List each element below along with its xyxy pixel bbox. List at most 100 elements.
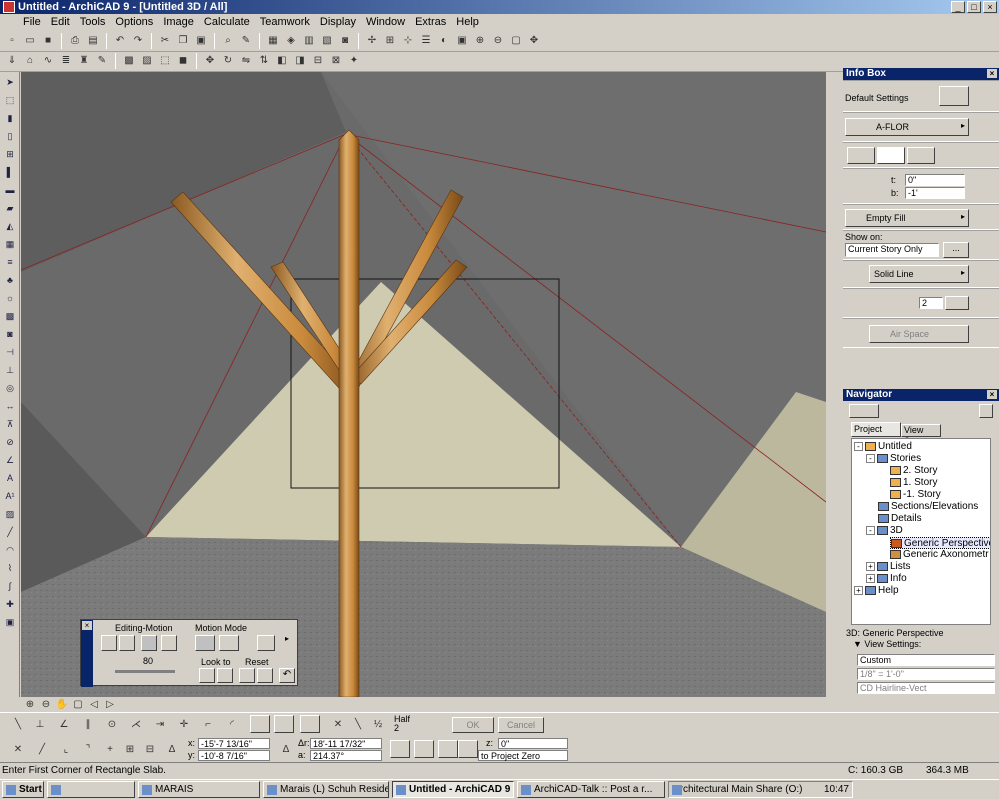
camera-tool-icon[interactable]: ◙ xyxy=(2,326,18,342)
relative-coord-icon[interactable]: ╱ xyxy=(34,741,50,757)
marquee-tool-icon[interactable]: ⬚ xyxy=(2,92,18,108)
menu-image[interactable]: Image xyxy=(158,16,199,28)
fit-icon[interactable]: ▢ xyxy=(71,698,85,710)
menu-help[interactable]: Help xyxy=(451,16,484,28)
tree-item-story-minus-1[interactable]: -1. Story xyxy=(890,489,941,501)
menu-calculate[interactable]: Calculate xyxy=(199,16,255,28)
wall-tool-icon[interactable]: ▮ xyxy=(2,110,18,126)
new-file-icon[interactable]: ▫ xyxy=(4,33,20,49)
speed-slider[interactable] xyxy=(115,670,175,673)
collapse-icon[interactable]: - xyxy=(866,525,875,535)
hotspot-tool-icon[interactable]: ✚ xyxy=(2,596,18,612)
3d-view-icon[interactable]: ◈ xyxy=(283,33,299,49)
close-button[interactable]: × xyxy=(983,1,997,13)
section-view-icon[interactable]: ▥ xyxy=(301,33,317,49)
user-origin-icon[interactable]: ⌝ xyxy=(80,741,96,757)
label-tool-icon[interactable]: A¹ xyxy=(2,488,18,504)
tree-item-help[interactable]: + Help xyxy=(854,585,899,597)
pan-icon[interactable]: ✋ xyxy=(55,698,69,710)
magic-wand-icon[interactable]: ✦ xyxy=(346,53,362,69)
air-space-selector[interactable]: Air Space xyxy=(869,325,969,343)
taskbar-item-archicad-talk[interactable]: ArchiCAD-Talk :: Post a r... xyxy=(517,781,665,798)
layers-icon[interactable]: ☰ xyxy=(418,33,434,49)
eyedropper-icon[interactable]: ✎ xyxy=(238,33,254,49)
elevation-reference-icon[interactable] xyxy=(458,740,478,758)
parallel-icon[interactable]: ∥ xyxy=(80,716,96,732)
angle-field[interactable]: 214.37° xyxy=(310,750,382,761)
door-tool-icon[interactable]: ▯ xyxy=(2,128,18,144)
archicad-app-icon[interactable] xyxy=(3,1,15,13)
object-icon[interactable]: ♜ xyxy=(76,53,92,69)
paint-icon[interactable]: ✎ xyxy=(94,53,110,69)
menu-file[interactable]: File xyxy=(18,16,46,28)
slab-settings-button[interactable] xyxy=(939,86,969,106)
look-to-left-icon[interactable] xyxy=(199,668,215,683)
mesh-tool-icon[interactable]: ▦ xyxy=(2,236,18,252)
arc-tool-icon[interactable]: ◠ xyxy=(2,542,18,558)
menu-edit[interactable]: Edit xyxy=(46,16,75,28)
roof-icon[interactable]: ⌂ xyxy=(22,53,38,69)
gravity-icon[interactable] xyxy=(250,715,270,733)
line-type-selector[interactable]: Solid Line ▸ xyxy=(869,265,969,283)
zoom-out-icon[interactable]: ⊖ xyxy=(490,33,506,49)
snap-half-icon[interactable]: ½ xyxy=(370,716,386,732)
tab-project-map[interactable]: Project Map xyxy=(851,422,901,447)
angle-dim-tool-icon[interactable]: ∠ xyxy=(2,452,18,468)
detail-view-icon[interactable]: ▧ xyxy=(319,33,335,49)
ok-button[interactable]: OK xyxy=(452,717,494,733)
pen-set-select[interactable]: CD Hairline-Vect xyxy=(857,682,995,694)
expand-icon[interactable]: + xyxy=(866,561,875,571)
tree-item-stories[interactable]: - Stories xyxy=(866,453,921,465)
delta-icon[interactable]: Δ xyxy=(164,741,180,757)
plot-icon[interactable]: ▤ xyxy=(85,33,101,49)
snap-to-line-icon[interactable]: ╲ xyxy=(350,716,366,732)
scale-select[interactable]: 1/8" = 1'-0" xyxy=(857,668,995,680)
snap-grid-icon[interactable]: ⊞ xyxy=(122,741,138,757)
tree-item-info[interactable]: + Info xyxy=(866,573,907,585)
taskbar-item-schuh-residence[interactable]: Marais (L) Schuh Residen... xyxy=(263,781,389,798)
menu-teamwork[interactable]: Teamwork xyxy=(255,16,315,28)
perpendicular-icon[interactable]: ⊥ xyxy=(32,716,48,732)
tree-item-untitled[interactable]: - Untitled xyxy=(854,441,912,453)
next-zoom-icon[interactable]: ▷ xyxy=(103,698,117,710)
stair-tool-icon[interactable]: ≡ xyxy=(2,254,18,270)
camera-reset-icon[interactable] xyxy=(257,635,275,651)
send-back-icon[interactable]: ◨ xyxy=(292,53,308,69)
y-coordinate-field[interactable]: -10'-8 7/16" xyxy=(198,750,270,761)
menu-options[interactable]: Options xyxy=(110,16,158,28)
special-snap-icon[interactable]: ✛ xyxy=(176,716,192,732)
menu-extras[interactable]: Extras xyxy=(410,16,451,28)
redo-icon[interactable]: ↷ xyxy=(130,33,146,49)
distance-field[interactable]: 18'-11 17/32" xyxy=(310,738,382,749)
distribute-icon[interactable]: ⊠ xyxy=(328,53,344,69)
taskbar-item-archicad[interactable]: Untitled - ArchiCAD 9 ... xyxy=(392,781,514,798)
look-icon[interactable] xyxy=(161,635,177,651)
top-elevation-field[interactable]: 0" xyxy=(905,174,965,186)
navigator-close-button[interactable]: × xyxy=(987,390,997,399)
spline-tool-icon[interactable]: ∫ xyxy=(2,578,18,594)
find-icon[interactable]: ⌕ xyxy=(220,33,236,49)
window-tool-icon[interactable]: ⊞ xyxy=(2,146,18,162)
previous-zoom-icon[interactable]: ◁ xyxy=(87,698,101,710)
x-coordinate-field[interactable]: -15'-7 13/16" xyxy=(198,738,270,749)
polar-icon[interactable]: Δ xyxy=(278,741,294,757)
cancel-button[interactable]: Cancel xyxy=(498,717,544,733)
tree-item-sections[interactable]: Sections/Elevations xyxy=(878,501,978,513)
stair-icon[interactable]: ≣ xyxy=(58,53,74,69)
bring-front-icon[interactable]: ◧ xyxy=(274,53,290,69)
polygon-method-icon[interactable] xyxy=(847,147,875,164)
tree-item-generic-perspective[interactable]: Generic Perspective xyxy=(890,537,990,549)
menu-window[interactable]: Window xyxy=(361,16,410,28)
cut-icon[interactable]: ✂ xyxy=(157,33,173,49)
infobox-close-button[interactable]: × xyxy=(987,69,997,78)
dimension-tool-icon[interactable]: ↔ xyxy=(2,398,18,414)
start-button[interactable]: Start xyxy=(2,781,44,798)
elevation-tool-icon[interactable]: ⊥ xyxy=(2,362,18,378)
rectangle-method-icon[interactable] xyxy=(877,147,905,164)
camera-icon[interactable]: ◙ xyxy=(337,33,353,49)
tangent-icon[interactable]: ⊙ xyxy=(104,716,120,732)
pen-number-field[interactable]: 2 xyxy=(919,297,943,309)
menu-display[interactable]: Display xyxy=(315,16,361,28)
show-on-more-button[interactable]: ... xyxy=(943,242,969,258)
undo-icon[interactable]: ↶ xyxy=(112,33,128,49)
